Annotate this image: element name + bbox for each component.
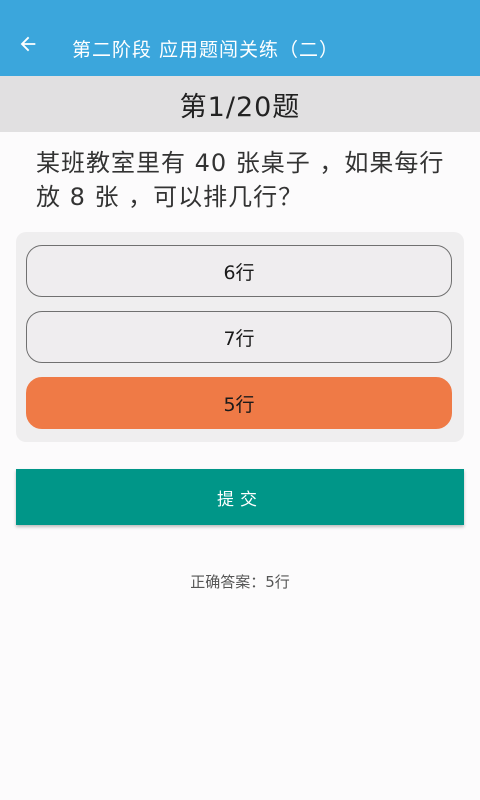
- option-label: 6行: [223, 261, 255, 284]
- quiz-screen: 第二阶段 应用题闯关练（二） 第1/20题 某班教室里有 40 张桌子 ，如果每…: [0, 0, 480, 800]
- app-bar: 第二阶段 应用题闯关练（二）: [0, 0, 480, 76]
- page-title: 第二阶段 应用题闯关练（二）: [72, 39, 340, 61]
- option-1[interactable]: 6行: [26, 245, 452, 297]
- options-panel: 6行 7行 5行: [16, 232, 464, 442]
- question-text: 某班教室里有 40 张桌子 ，如果每行放 8 张 ，可以排几行？: [36, 149, 445, 211]
- option-label: 7行: [223, 327, 255, 350]
- option-label: 5行: [223, 393, 255, 416]
- arrow-left-icon: [20, 36, 36, 52]
- correct-answer-text: 正确答案：5行: [190, 573, 290, 591]
- question-progress: 第1/20题: [179, 91, 301, 123]
- option-3-selected[interactable]: 5行: [26, 377, 452, 429]
- submit-button[interactable]: 提交: [16, 469, 464, 525]
- option-2[interactable]: 7行: [26, 311, 452, 363]
- back-button[interactable]: [10, 26, 46, 62]
- question-progress-band: 第1/20题: [0, 76, 480, 132]
